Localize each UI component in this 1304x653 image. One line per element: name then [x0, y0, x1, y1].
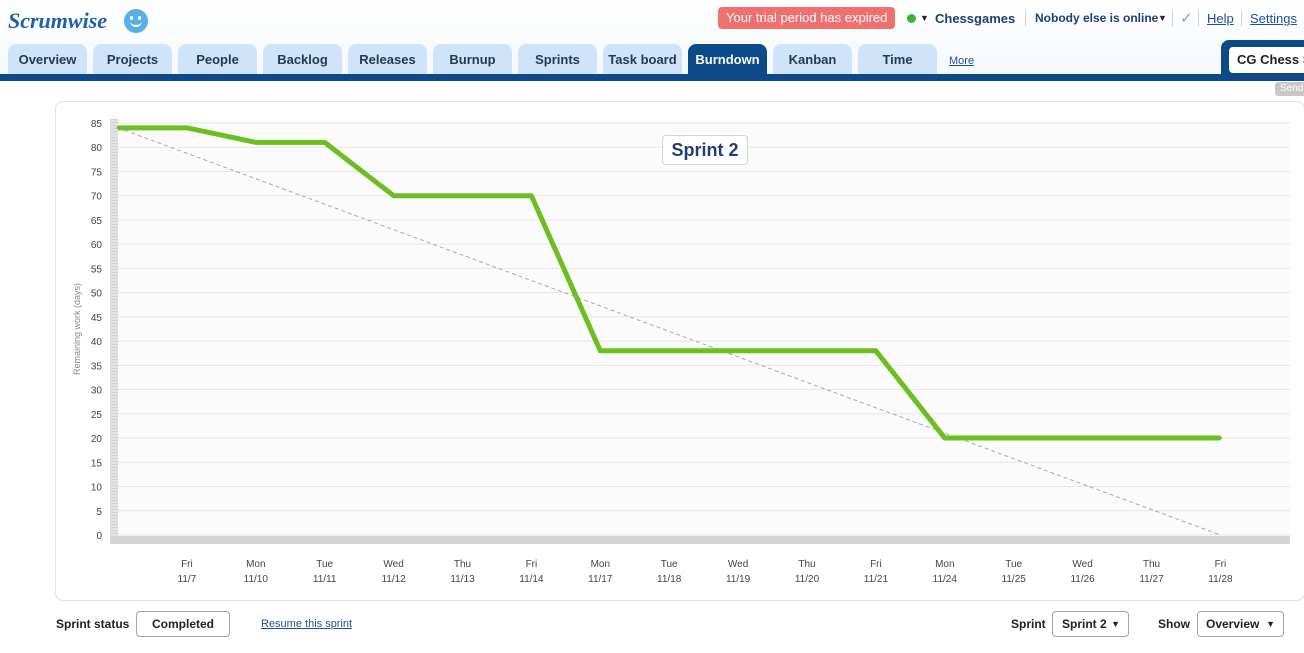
data-point — [874, 349, 878, 353]
x-tick-day: Thu — [798, 559, 815, 570]
x-tick-day: Tue — [316, 559, 333, 570]
y-tick-label: 5 — [96, 507, 102, 518]
y-tick-label: 45 — [91, 313, 103, 324]
plot-area — [118, 120, 1290, 535]
data-point — [323, 140, 327, 144]
y-tick-label: 10 — [91, 483, 103, 494]
x-tick-day: Fri — [870, 559, 882, 570]
chart-title: Sprint 2 — [662, 135, 748, 165]
x-tick-day: Tue — [1005, 559, 1022, 570]
x-tick-date: 11/10 — [244, 574, 269, 585]
x-tick-day: Wed — [728, 559, 748, 570]
x-tick-date: 11/26 — [1070, 574, 1095, 585]
y-tick-label: 30 — [91, 386, 103, 397]
x-tick-date: 11/14 — [519, 574, 544, 585]
data-point — [392, 194, 396, 198]
sprint-select[interactable]: Sprint 2 ▼ — [1052, 611, 1129, 637]
y-tick-label: 75 — [91, 167, 103, 178]
y-tick-label: 20 — [91, 434, 103, 445]
chevron-down-icon: ▼ — [1111, 619, 1120, 629]
x-tick-day: Tue — [661, 559, 678, 570]
x-axis-strip — [110, 536, 1290, 544]
x-tick-day: Fri — [181, 559, 193, 570]
data-point — [1081, 436, 1085, 440]
x-tick-day: Fri — [526, 559, 538, 570]
x-tick-day: Wed — [1072, 559, 1092, 570]
data-point — [529, 194, 533, 198]
sprint-status-button[interactable]: Completed — [136, 611, 230, 637]
x-tick-date: 11/13 — [450, 574, 475, 585]
y-tick-label: 55 — [91, 264, 103, 275]
y-tick-label: 85 — [91, 119, 103, 130]
x-tick-day: Fri — [1215, 559, 1227, 570]
x-tick-day: Thu — [1143, 559, 1160, 570]
data-point — [185, 126, 189, 130]
y-tick-label: 70 — [91, 192, 103, 203]
resume-sprint-link[interactable]: Resume this sprint — [261, 618, 352, 630]
x-tick-day: Mon — [591, 559, 610, 570]
y-tick-label: 65 — [91, 216, 103, 227]
x-tick-date: 11/24 — [933, 574, 958, 585]
x-tick-date: 11/17 — [588, 574, 613, 585]
x-tick-day: Mon — [935, 559, 954, 570]
x-tick-date: 11/20 — [795, 574, 820, 585]
data-point — [667, 349, 671, 353]
data-point — [116, 126, 120, 130]
show-label: Show — [1158, 617, 1190, 631]
y-axis-label: Remaining work (days) — [72, 283, 82, 375]
sprint-label: Sprint — [1011, 617, 1046, 631]
data-point — [461, 194, 464, 198]
x-tick-date: 11/21 — [864, 574, 889, 585]
data-point — [598, 349, 602, 353]
show-select-value: Overview — [1206, 617, 1260, 631]
y-tick-label: 0 — [96, 531, 102, 542]
chevron-down-icon: ▼ — [1266, 619, 1275, 629]
sprint-select-value: Sprint 2 — [1062, 617, 1107, 631]
data-point — [943, 436, 947, 440]
show-select[interactable]: Overview ▼ — [1197, 611, 1284, 637]
y-tick-label: 35 — [91, 361, 103, 372]
x-tick-date: 11/25 — [1002, 574, 1027, 585]
y-axis-strip — [110, 119, 118, 539]
data-point — [254, 140, 258, 144]
x-tick-date: 11/11 — [313, 574, 337, 585]
x-tick-date: 11/12 — [381, 574, 406, 585]
x-tick-date: 11/28 — [1208, 574, 1233, 585]
x-tick-day: Wed — [383, 559, 403, 570]
x-tick-day: Thu — [454, 559, 471, 570]
data-point — [1218, 436, 1222, 440]
data-point — [1012, 436, 1016, 440]
data-point — [805, 349, 809, 353]
data-point — [1150, 436, 1153, 440]
data-point — [736, 349, 740, 353]
y-tick-label: 25 — [91, 410, 103, 421]
x-tick-date: 11/19 — [726, 574, 751, 585]
y-tick-label: 15 — [91, 458, 103, 469]
y-tick-label: 60 — [91, 240, 103, 251]
x-tick-day: Mon — [246, 559, 265, 570]
y-tick-label: 40 — [91, 337, 103, 348]
y-tick-label: 80 — [91, 143, 103, 154]
x-tick-date: 11/18 — [657, 574, 682, 585]
y-tick-label: 50 — [91, 289, 103, 300]
burndown-chart: 0 5 10 15 20 25 30 35 40 45 50 55 60 65 70 75 80 85 Remain… — [72, 119, 1290, 585]
x-tick-date: 11/7 — [178, 574, 197, 585]
x-tick-date: 11/27 — [1139, 574, 1164, 585]
sprint-status-label: Sprint status — [56, 617, 130, 631]
